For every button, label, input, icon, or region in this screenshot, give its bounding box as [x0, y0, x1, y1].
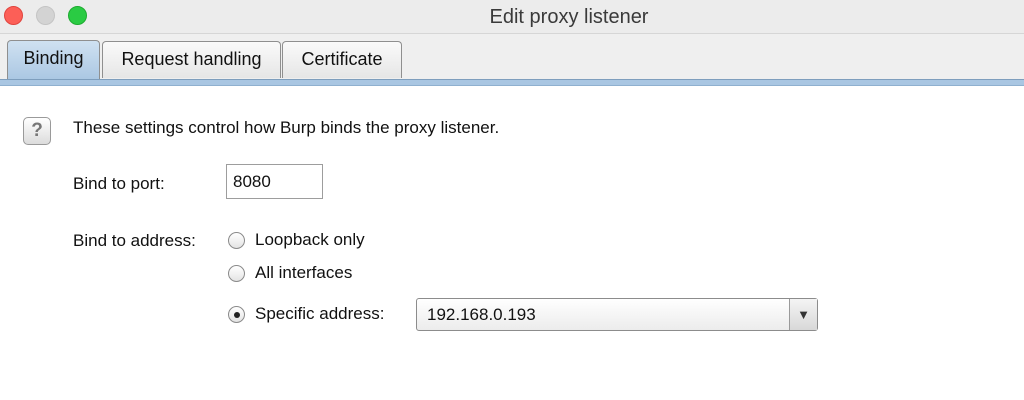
help-description: These settings control how Burp binds th… [73, 118, 500, 137]
tab-divider [0, 79, 1024, 86]
specific-address-dropdown[interactable]: 192.168.0.193 ▼ [416, 298, 818, 331]
radio-label: Specific address: [255, 304, 385, 323]
radio-button[interactable] [228, 231, 245, 249]
dropdown-selected-value: 192.168.0.193 [427, 305, 536, 324]
dropdown-arrow-icon[interactable]: ▼ [789, 299, 817, 330]
radio-label: All interfaces [255, 263, 353, 282]
radio-all-interfaces[interactable]: All interfaces [228, 261, 352, 285]
tab-certificate[interactable]: Certificate [282, 41, 402, 78]
bind-port-label: Bind to port: [73, 174, 165, 193]
radio-specific-address[interactable]: Specific address: [228, 302, 384, 326]
radio-label: Loopback only [255, 230, 365, 249]
radio-button-selected[interactable] [228, 305, 245, 323]
radio-button[interactable] [228, 264, 245, 282]
help-icon[interactable]: ? [23, 117, 51, 145]
tab-request-handling[interactable]: Request handling [102, 41, 281, 78]
window-title: Edit proxy listener [489, 6, 649, 28]
radio-loopback-only[interactable]: Loopback only [228, 228, 365, 252]
bind-address-label: Bind to address: [73, 231, 196, 250]
window-titlebar: Edit proxy listener [0, 0, 1024, 34]
bind-port-input[interactable] [226, 164, 323, 199]
tab-binding[interactable]: Binding [7, 40, 100, 81]
